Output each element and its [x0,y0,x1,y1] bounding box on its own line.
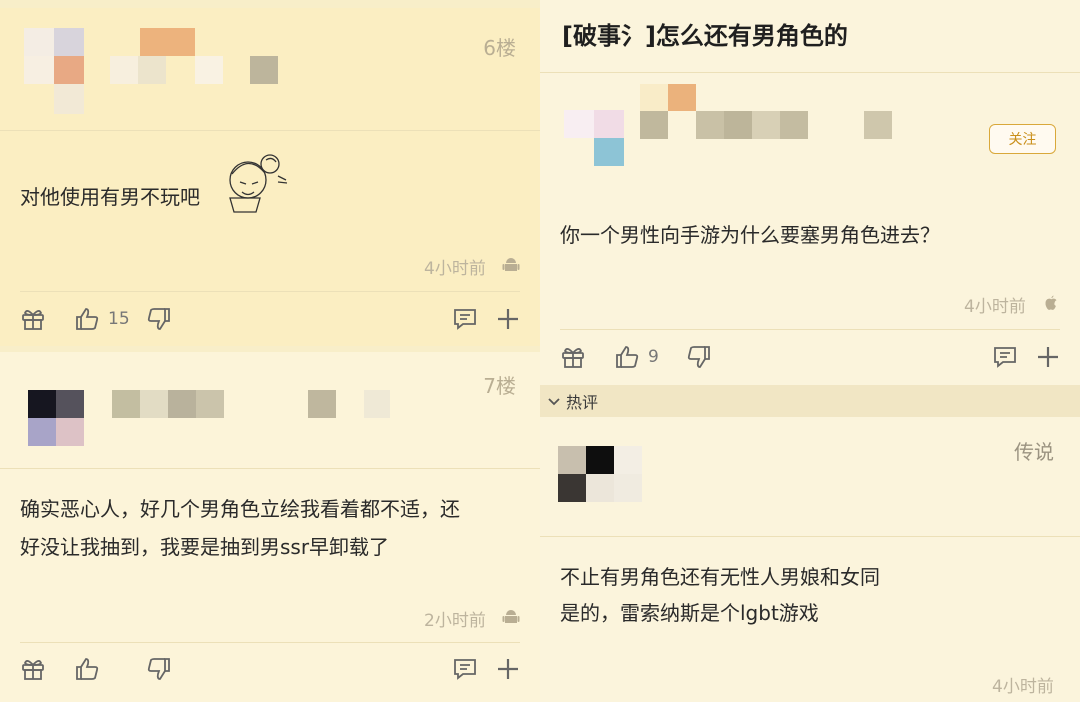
like-count: 15 [108,309,130,329]
divider [20,291,520,292]
floor-number: 7楼 [483,374,516,398]
username-mosaic[interactable] [112,390,392,420]
post-time: 4小时前 [424,259,486,279]
username-mosaic[interactable] [110,28,285,88]
comment-text-line2: 好没让我抽到，我要是抽到男ssr早卸载了 [20,535,390,559]
like-button[interactable]: 15 [74,306,130,332]
left-screenshot: 6楼 对他使用有男不玩吧 4小时前 15 7楼 确实恶心人，好几个男角色立绘我看… [0,0,540,702]
comment-card-floor-7: 7楼 确实恶心人，好几个男角色立绘我看着都不适，还 好没让我抽到，我要是抽到男s… [0,352,540,702]
commenter-avatar-mosaic[interactable] [558,446,642,502]
more-button[interactable] [495,306,521,332]
thumbs-up-icon [76,658,99,680]
dislike-button[interactable] [146,656,172,682]
hot-comment-line2: 是的，雷索纳斯是个lgbt游戏 [560,601,819,625]
follow-button[interactable]: 关注 [989,124,1056,154]
reply-button[interactable] [992,344,1018,370]
user-avatar-mosaic[interactable] [24,28,84,118]
more-button[interactable] [1035,344,1061,370]
user-avatar-mosaic[interactable] [28,390,84,446]
reply-button[interactable] [452,306,478,332]
gift-button[interactable] [20,656,46,682]
reply-button[interactable] [452,656,478,682]
gift-icon [562,348,584,368]
hot-comments-label: 热评 [566,393,599,412]
post-time: 4小时前 [992,677,1054,697]
right-screenshot: [破事氵]怎么还有男角色的 关注 你一个男性向手游为什么要塞男角色进去？ 4小时… [540,0,1080,702]
gift-icon [22,310,44,330]
comment-text-line1: 确实恶心人，好几个男角色立绘我看着都不适，还 [20,497,460,521]
legend-badge: 传说 [1014,440,1054,464]
comment-icon [454,659,476,680]
op-content: 你一个男性向手游为什么要塞男角色进去？ [560,223,940,247]
hot-comment-line1: 不止有男角色还有无性人男娘和女同 [560,565,880,589]
android-icon [502,258,520,271]
like-count: 9 [648,347,659,367]
gift-button[interactable] [20,306,46,332]
divider [560,329,1060,330]
divider [20,642,520,643]
thumbs-down-icon [147,658,170,680]
op-avatar-mosaic[interactable] [564,110,624,168]
comment-text: 对他使用有男不玩吧 [20,185,200,209]
post-time: 4小时前 [964,297,1026,317]
comment-icon [994,347,1016,368]
divider [0,468,540,469]
plus-icon [1038,347,1058,367]
like-button[interactable]: 9 [614,344,659,370]
dislike-button[interactable] [686,344,712,370]
divider [540,72,1080,73]
divider [540,536,1080,537]
more-button[interactable] [495,656,521,682]
floor-number: 6楼 [483,36,516,60]
thumbs-down-icon [687,346,710,368]
thumbs-up-icon [76,308,99,330]
thread-title: [破事氵]怎么还有男角色的 [562,22,848,50]
apple-icon [1045,295,1057,310]
plus-icon [498,659,518,679]
hot-comments-toggle[interactable]: 热评 [540,385,1080,417]
gift-button[interactable] [560,344,586,370]
comment-icon [454,309,476,330]
android-icon [502,610,520,623]
comment-card-floor-6: 6楼 对他使用有男不玩吧 4小时前 15 [0,8,540,346]
thumbs-up-icon [616,346,639,368]
post-time: 2小时前 [424,611,486,631]
chevron-down-icon [548,398,560,406]
plus-icon [498,309,518,329]
thumbs-down-icon [147,308,170,330]
anime-sticker [229,154,288,213]
gift-icon [22,660,44,680]
op-username-mosaic[interactable] [640,84,900,140]
divider [0,130,540,131]
dislike-button[interactable] [146,306,172,332]
like-button[interactable] [74,656,108,682]
